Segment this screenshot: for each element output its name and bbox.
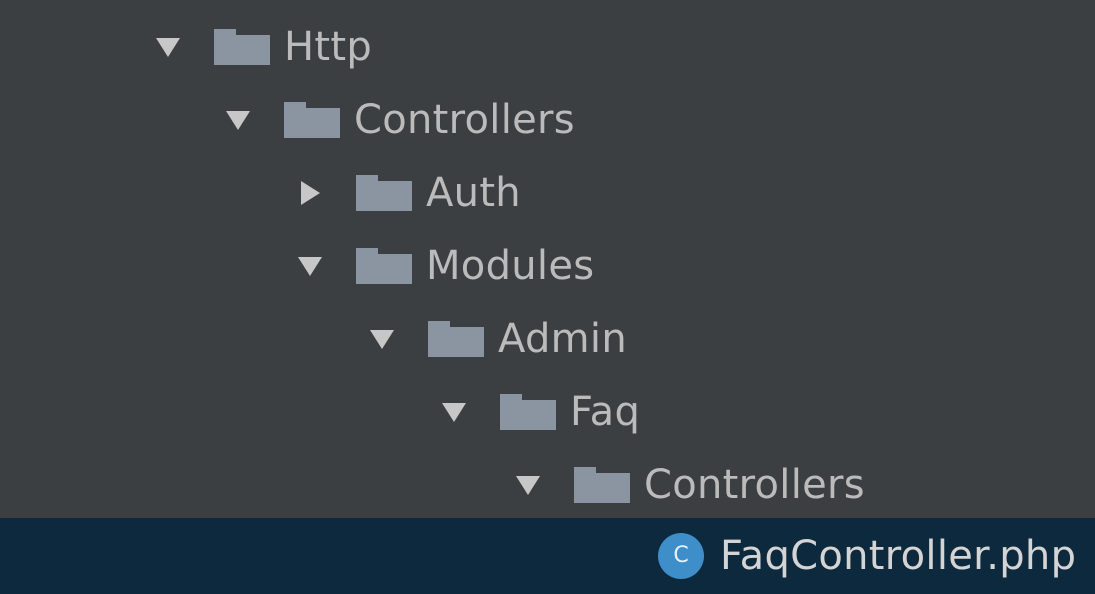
tree-item-modules[interactable]: Modules [0,229,1095,302]
expanded-arrow-icon[interactable] [148,27,188,67]
tree-item-controllers[interactable]: Controllers [0,83,1095,156]
tree-item-label: Controllers [644,461,865,508]
php-class-icon: C [658,533,704,579]
folder-icon [574,466,630,503]
tree-item-auth[interactable]: Auth [0,156,1095,229]
tree-item-label: Controllers [354,96,575,143]
tree-item-label: Modules [426,242,595,289]
expanded-arrow-icon[interactable] [290,246,330,286]
folder-icon [428,320,484,357]
folder-icon [356,247,412,284]
expanded-arrow-icon[interactable] [362,319,402,359]
tree-item-label: Admin [498,315,627,362]
tree-item-http[interactable]: Http [0,10,1095,83]
folder-icon [284,101,340,138]
folder-icon [214,28,270,65]
tree-item-faq-controllers[interactable]: Controllers [0,448,1095,521]
expanded-arrow-icon[interactable] [508,465,548,505]
folder-icon [500,393,556,430]
tree-item-faq[interactable]: Faq [0,375,1095,448]
tree-item-admin[interactable]: Admin [0,302,1095,375]
collapsed-arrow-icon[interactable] [290,173,330,213]
folder-icon [356,174,412,211]
tree-item-label: Auth [426,169,521,216]
expanded-arrow-icon[interactable] [218,100,258,140]
project-tree: Http Controllers Auth Modules Admin Faq … [0,0,1095,594]
tree-item-label: Http [284,23,373,70]
tree-item-label: Faq [570,388,641,435]
expanded-arrow-icon[interactable] [434,392,474,432]
tree-item-faqcontroller-php[interactable]: C FaqController.php [0,518,1095,594]
tree-item-label: FaqController.php [720,533,1077,579]
